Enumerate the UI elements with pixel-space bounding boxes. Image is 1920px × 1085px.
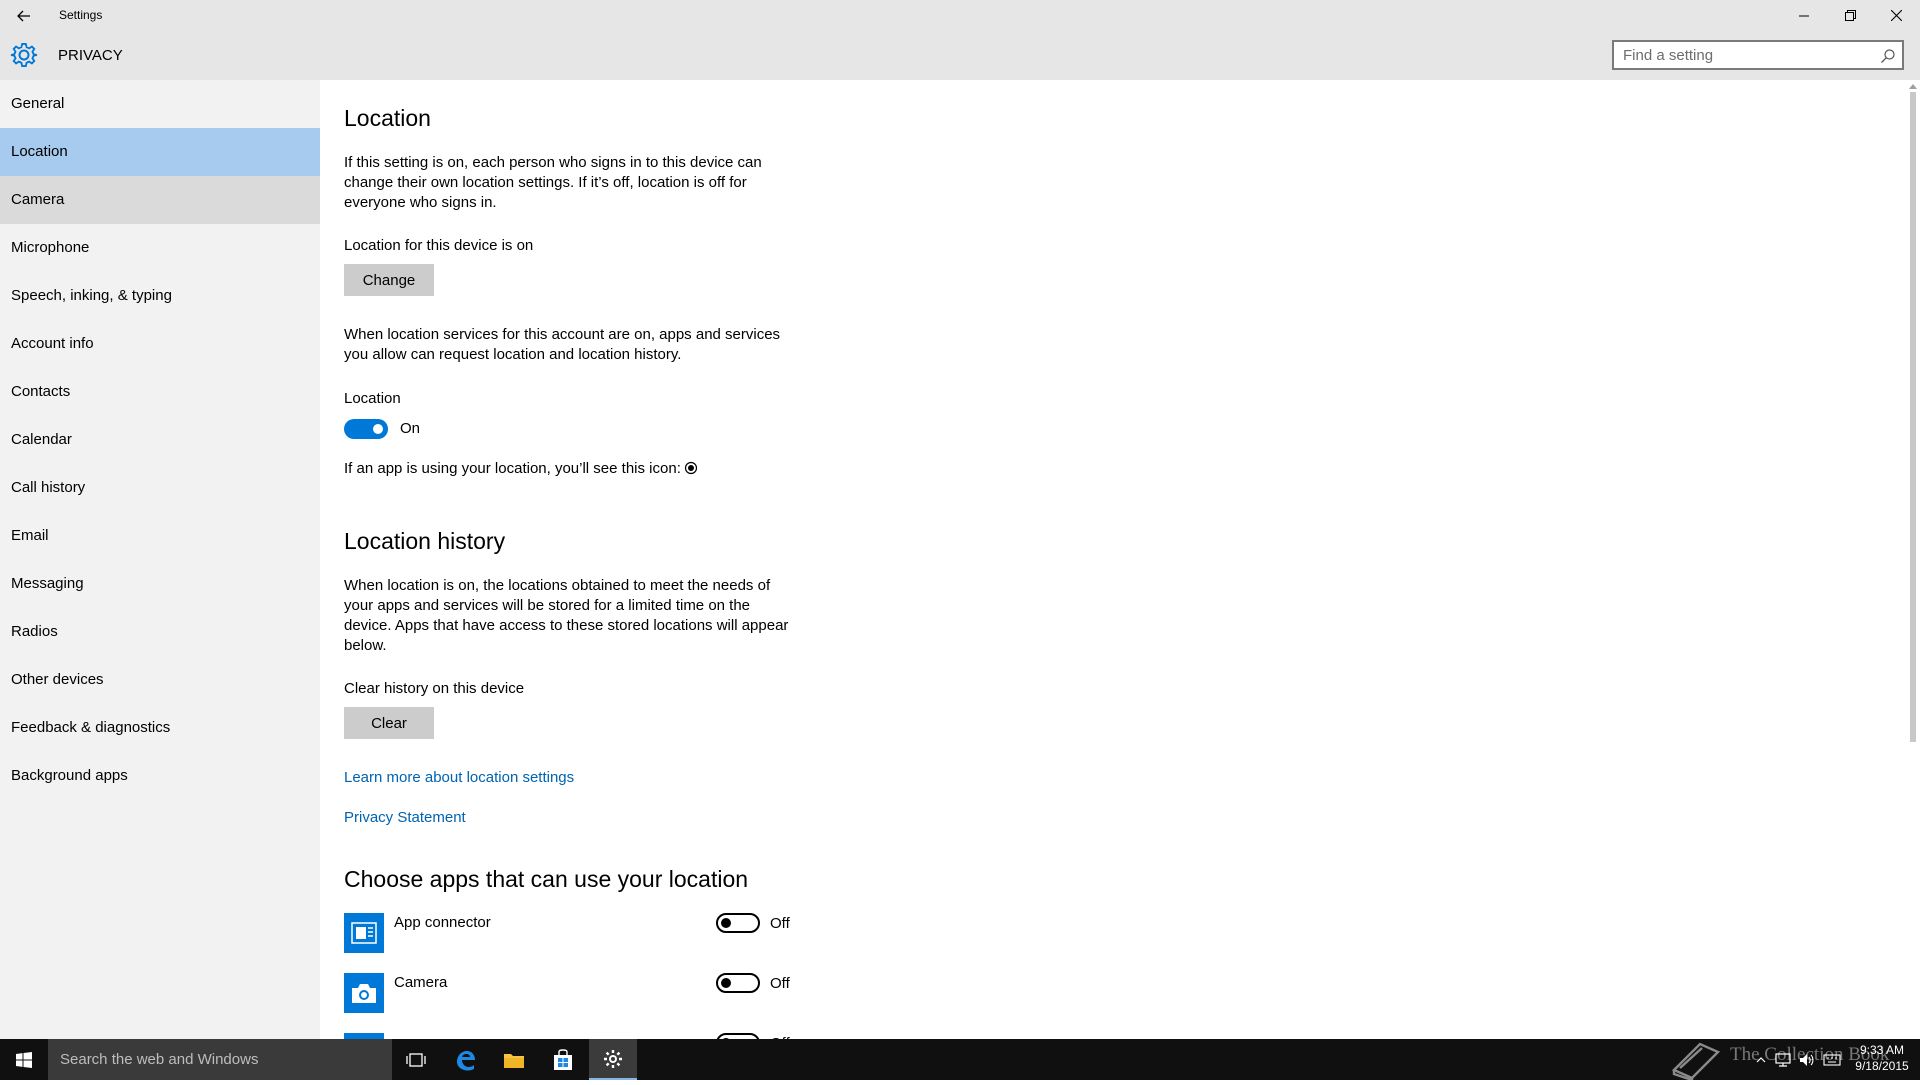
app-connector-state: Off [770,915,790,932]
location-icon-note: If an app is using your location, you’ll… [344,460,681,477]
device-location-status: Location for this device is on [344,237,534,254]
sidebar-item-account-info[interactable]: Account info [0,320,320,368]
location-toggle-label: Location [344,390,401,407]
sidebar-item-general[interactable]: General [0,80,320,128]
windows-start-icon[interactable] [0,1039,48,1080]
store-icon[interactable] [539,1039,587,1080]
location-description: If this setting is on, each person who s… [344,154,762,211]
sidebar-item-calendar[interactable]: Calendar [0,416,320,464]
keyboard-language-icon[interactable] [1820,1039,1844,1080]
search-input[interactable] [1614,42,1873,68]
edge-browser-icon[interactable] [441,1039,489,1080]
close-button[interactable] [1873,0,1919,31]
sidebar-item-call-history[interactable]: Call history [0,464,320,512]
location-in-use-icon [684,461,698,475]
back-arrow-icon[interactable] [12,4,36,28]
window-title: Settings [59,8,103,22]
camera-state: Off [770,975,790,992]
sidebar-item-contacts[interactable]: Contacts [0,368,320,416]
scrollbar[interactable] [1906,80,1920,1039]
settings-taskbar-icon[interactable] [589,1039,637,1080]
search-icon[interactable] [1880,48,1896,64]
clock-date: 9/18/2015 [1855,1059,1909,1073]
scrollbar-thumb[interactable] [1910,92,1916,742]
sidebar-item-other-devices[interactable]: Other devices [0,656,320,704]
clear-history-label: Clear history on this device [344,680,525,697]
clear-button[interactable]: Clear [344,707,434,739]
taskbar-clock[interactable]: 9:33 AM 9/18/2015 [1852,1042,1912,1074]
show-hidden-icons-chevron-icon[interactable] [1752,1039,1770,1080]
privacy-statement-link[interactable]: Privacy Statement [344,809,466,826]
watermark-logo-icon [1668,1040,1724,1085]
restore-button[interactable] [1827,0,1873,31]
page-title: PRIVACY [58,47,123,64]
settings-header: PRIVACY [0,31,1920,80]
gear-icon [10,41,38,69]
learn-more-link[interactable]: Learn more about location settings [344,769,574,786]
sidebar-item-feedback[interactable]: Feedback & diagnostics [0,704,320,752]
camera-icon [344,973,384,1013]
title-bar: Settings [0,0,1920,31]
clock-time: 9:33 AM [1859,1043,1905,1057]
sidebar: General Location Camera Microphone Speec… [0,80,320,1039]
location-history-heading: Location history [344,528,506,554]
change-button[interactable]: Change [344,264,434,296]
app-name-camera: Camera [394,974,448,991]
toggle-knob [721,978,731,988]
app-connector-icon [344,913,384,953]
sidebar-item-location[interactable]: Location [0,128,320,176]
toggle-knob [373,424,383,434]
location-heading: Location [344,105,431,131]
taskbar: Search the web and Windows The Collectio… [0,1039,1920,1082]
minimize-button[interactable] [1781,0,1827,31]
camera-toggle[interactable] [716,973,760,993]
network-icon[interactable] [1772,1039,1794,1080]
sidebar-item-messaging[interactable]: Messaging [0,560,320,608]
task-view-icon[interactable] [392,1039,440,1080]
app-connector-toggle[interactable] [716,913,760,933]
sidebar-item-radios[interactable]: Radios [0,608,320,656]
sidebar-item-camera[interactable]: Camera [0,176,320,224]
main-content: Location If this setting is on, each per… [320,80,1905,1039]
sidebar-item-speech[interactable]: Speech, inking, & typing [0,272,320,320]
file-explorer-icon[interactable] [490,1039,538,1080]
taskbar-search-box[interactable]: Search the web and Windows [48,1039,392,1080]
toggle-knob [721,918,731,928]
location-toggle-state: On [400,420,421,437]
sidebar-item-email[interactable]: Email [0,512,320,560]
search-box[interactable] [1612,40,1904,70]
sidebar-item-microphone[interactable]: Microphone [0,224,320,272]
choose-apps-heading: Choose apps that can use your location [344,866,749,892]
taskbar-search-text: Search the web and Windows [60,1051,259,1068]
scroll-up-arrow-icon[interactable] [1909,84,1917,89]
volume-icon[interactable] [1796,1039,1818,1080]
sidebar-item-background-apps[interactable]: Background apps [0,752,320,800]
location-toggle[interactable] [344,419,388,439]
app-name-app-connector: App connector [394,914,491,931]
location-history-description: When location is on, the locations obtai… [344,577,789,654]
account-location-description: When location services for this account … [344,326,781,363]
